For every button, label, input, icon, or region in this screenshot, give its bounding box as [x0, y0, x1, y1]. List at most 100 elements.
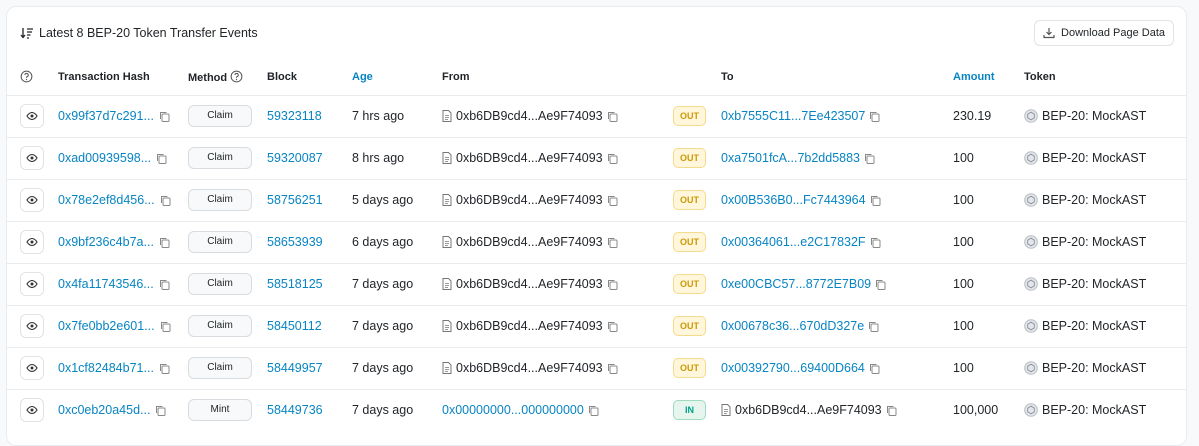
copy-icon[interactable] [870, 237, 881, 248]
copy-icon[interactable] [870, 195, 881, 206]
block-link[interactable]: 59323118 [267, 109, 322, 123]
column-header-age[interactable]: Age [352, 59, 442, 96]
token-link[interactable]: BEP-20: MockAST [1024, 109, 1186, 123]
direction-badge: OUT [673, 148, 706, 168]
contract-icon [442, 236, 452, 248]
transaction-hash-link[interactable]: 0x1cf82484b71... [58, 361, 154, 375]
token-logo-icon [1024, 361, 1038, 375]
transaction-hash-link[interactable]: 0x9bf236c4b7a... [58, 235, 154, 249]
column-header-token: Token [1024, 59, 1186, 96]
method-help-icon[interactable] [230, 70, 243, 83]
to-address[interactable]: 0xb7555C11...7Ee423507 [721, 109, 865, 123]
from-address: 0xb6DB9cd4...Ae9F74093 [456, 319, 603, 333]
view-details-button[interactable] [20, 356, 44, 380]
view-details-button[interactable] [20, 230, 44, 254]
download-page-data-button[interactable]: Download Page Data [1034, 20, 1174, 46]
copy-icon[interactable] [159, 363, 170, 374]
token-link[interactable]: BEP-20: MockAST [1024, 361, 1186, 375]
method-badge: Claim [188, 189, 252, 211]
from-address[interactable]: 0x00000000...000000000 [442, 403, 584, 417]
transfers-table: Transaction Hash Method Block Age From T… [7, 59, 1186, 431]
copy-icon[interactable] [607, 321, 618, 332]
copy-icon[interactable] [869, 363, 880, 374]
copy-icon[interactable] [607, 111, 618, 122]
token-name: BEP-20: MockAST [1042, 277, 1147, 291]
amount-text: 100 [953, 277, 974, 291]
block-link[interactable]: 58653939 [267, 235, 323, 249]
to-address: 0xb6DB9cd4...Ae9F74093 [735, 403, 882, 418]
to-address[interactable]: 0x00364061...e2C17832F [721, 235, 866, 249]
copy-icon[interactable] [607, 237, 618, 248]
eye-icon [26, 110, 38, 122]
token-link[interactable]: BEP-20: MockAST [1024, 193, 1186, 207]
to-address[interactable]: 0x00678c36...670dD327e [721, 319, 864, 333]
column-header-method: Method [188, 59, 267, 96]
copy-icon[interactable] [588, 405, 599, 416]
view-details-button[interactable] [20, 272, 44, 296]
transaction-hash-link[interactable]: 0x4fa11743546... [58, 277, 154, 291]
block-link[interactable]: 58449957 [267, 361, 323, 375]
view-details-button[interactable] [20, 188, 44, 212]
token-link[interactable]: BEP-20: MockAST [1024, 319, 1186, 333]
amount-text: 100 [953, 235, 974, 249]
table-row: 0x78e2ef8d456... Claim 58756251 5 days ago 0… [7, 179, 1186, 222]
copy-icon[interactable] [869, 111, 880, 122]
sort-desc-icon [20, 28, 33, 39]
copy-icon[interactable] [607, 363, 618, 374]
token-link[interactable]: BEP-20: MockAST [1024, 151, 1186, 165]
direction-badge: OUT [673, 190, 706, 210]
view-details-button[interactable] [20, 314, 44, 338]
copy-icon[interactable] [607, 279, 618, 290]
copy-icon[interactable] [155, 405, 166, 416]
to-address[interactable]: 0xa7501fcA...7b2dd5883 [721, 151, 860, 165]
token-logo-icon [1024, 193, 1038, 207]
copy-icon[interactable] [156, 153, 167, 164]
column-header-info[interactable] [7, 59, 58, 96]
contract-icon [442, 278, 452, 290]
block-link[interactable]: 58518125 [267, 277, 323, 291]
block-link[interactable]: 59320087 [267, 151, 323, 165]
question-circle-icon[interactable] [20, 70, 33, 83]
to-address[interactable]: 0x00B536B0...Fc7443964 [721, 193, 866, 207]
token-link[interactable]: BEP-20: MockAST [1024, 403, 1186, 417]
copy-icon[interactable] [886, 405, 897, 416]
block-link[interactable]: 58449736 [267, 403, 323, 417]
copy-icon[interactable] [875, 279, 886, 290]
copy-icon[interactable] [607, 153, 618, 164]
token-link[interactable]: BEP-20: MockAST [1024, 277, 1186, 291]
block-link[interactable]: 58756251 [267, 193, 323, 207]
copy-icon[interactable] [160, 195, 171, 206]
eye-icon [26, 152, 38, 164]
view-details-button[interactable] [20, 398, 44, 423]
token-link[interactable]: BEP-20: MockAST [1024, 235, 1186, 249]
transaction-hash-link[interactable]: 0xc0eb20a45d... [58, 403, 150, 417]
view-details-button[interactable] [20, 104, 44, 128]
contract-icon [442, 320, 452, 332]
copy-icon[interactable] [159, 111, 170, 122]
transaction-hash-link[interactable]: 0x7fe0bb2e601... [58, 319, 155, 333]
eye-icon [26, 236, 38, 248]
to-address[interactable]: 0xe00CBC57...8772E7B09 [721, 277, 871, 291]
contract-icon [721, 404, 731, 417]
from-address: 0xb6DB9cd4...Ae9F74093 [456, 277, 603, 291]
copy-icon[interactable] [868, 321, 879, 332]
column-header-amount[interactable]: Amount [953, 59, 1024, 96]
copy-icon[interactable] [864, 153, 875, 164]
token-name: BEP-20: MockAST [1042, 109, 1147, 123]
card-title: Latest 8 BEP-20 Token Transfer Events [20, 26, 258, 40]
copy-icon[interactable] [607, 195, 618, 206]
transaction-hash-link[interactable]: 0xad00939598... [58, 151, 151, 165]
transaction-hash-link[interactable]: 0x99f37d7c291... [58, 109, 154, 123]
copy-icon[interactable] [160, 321, 171, 332]
copy-icon[interactable] [159, 279, 170, 290]
age-text: 7 days ago [352, 277, 414, 291]
table-row: 0x99f37d7c291... Claim 59323118 7 hrs ago 0x… [7, 95, 1186, 138]
transaction-hash-link[interactable]: 0x78e2ef8d456... [58, 193, 155, 207]
token-logo-icon [1024, 151, 1038, 165]
to-address[interactable]: 0x00392790...69400D664 [721, 361, 865, 375]
eye-icon [26, 362, 38, 374]
from-address: 0xb6DB9cd4...Ae9F74093 [456, 109, 603, 123]
view-details-button[interactable] [20, 146, 44, 170]
copy-icon[interactable] [159, 237, 170, 248]
block-link[interactable]: 58450112 [267, 319, 322, 333]
